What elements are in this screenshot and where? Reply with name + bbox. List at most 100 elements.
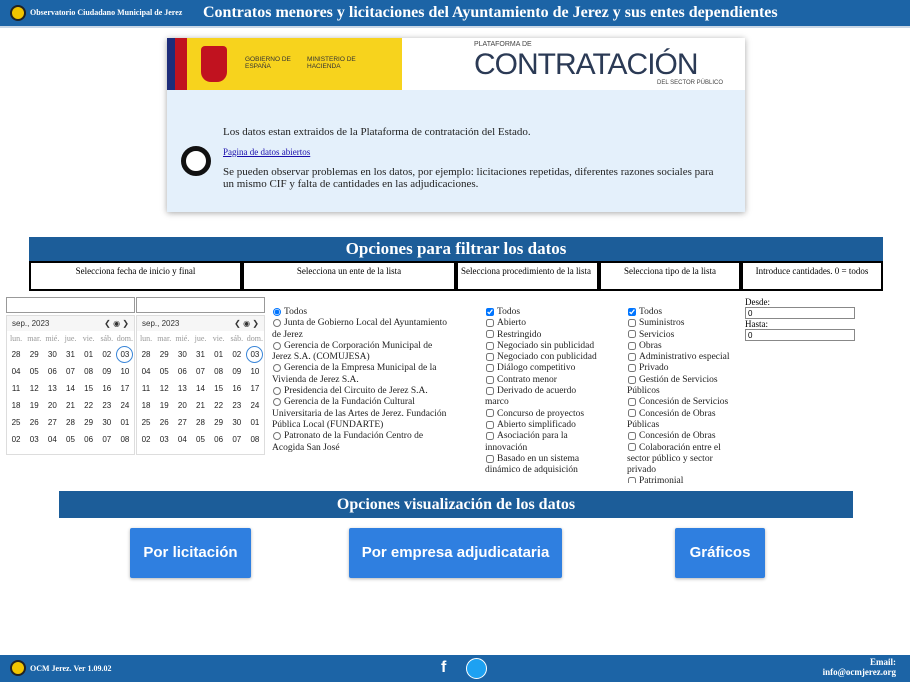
calendar-day[interactable]: 02	[228, 346, 246, 363]
calendar-day[interactable]: 28	[61, 414, 79, 431]
calendar-day[interactable]: 18	[7, 397, 25, 414]
por-empresa-button[interactable]: Por empresa adjudicataria	[349, 528, 562, 578]
calendar-day[interactable]: 19	[155, 397, 173, 414]
calendar-day[interactable]: 04	[43, 431, 61, 448]
calendar-day[interactable]: 29	[80, 414, 98, 431]
procedimientos-checkbox[interactable]	[486, 375, 494, 384]
entes-radio[interactable]	[273, 398, 281, 407]
procedimientos-option[interactable]: Contrato menor	[485, 375, 597, 386]
entes-option[interactable]: Gerencia de la Fundación Cultural Univer…	[272, 397, 452, 431]
entes-option[interactable]: Junta de Gobierno Local del Ayuntamiento…	[272, 318, 452, 341]
calendar-day[interactable]: 02	[137, 431, 155, 448]
prev-month-icon[interactable]: ❮	[234, 319, 241, 328]
calendar-day[interactable]: 10	[116, 363, 134, 380]
calendar-day[interactable]: 11	[137, 380, 155, 397]
calendar-day[interactable]: 03	[155, 431, 173, 448]
calendar-day[interactable]: 07	[98, 431, 116, 448]
calendar-day[interactable]: 03	[116, 346, 134, 363]
fecha-final-input[interactable]	[136, 297, 265, 313]
calendar-day[interactable]: 10	[246, 363, 264, 380]
procedimientos-option[interactable]: Basado en un sistema dinámico de adquisi…	[485, 454, 597, 477]
calendar-day[interactable]: 16	[228, 380, 246, 397]
calendar-day[interactable]: 03	[25, 431, 43, 448]
procedimientos-checkbox[interactable]	[486, 454, 494, 463]
calendar-day[interactable]: 15	[210, 380, 228, 397]
calendar-day[interactable]: 31	[61, 346, 79, 363]
calendar-day[interactable]: 27	[43, 414, 61, 431]
tipos-checkbox[interactable]	[628, 432, 636, 441]
calendar-day[interactable]: 01	[80, 346, 98, 363]
procedimientos-checkbox[interactable]	[486, 307, 494, 316]
calendar-day[interactable]: 29	[25, 346, 43, 363]
calendar-day[interactable]: 02	[7, 431, 25, 448]
procedimientos-checkbox[interactable]	[486, 420, 494, 429]
procedimientos-option[interactable]: Concurso de proyectos	[485, 409, 597, 420]
entes-radio[interactable]	[273, 432, 281, 441]
calendar-day[interactable]: 16	[98, 380, 116, 397]
tipos-checkbox[interactable]	[628, 307, 636, 316]
calendar-day[interactable]: 20	[43, 397, 61, 414]
tipos-option[interactable]: Obras	[627, 341, 739, 352]
tipos-checkbox[interactable]	[628, 353, 636, 361]
calendar-day[interactable]: 17	[116, 380, 134, 397]
fecha-inicio-input[interactable]	[6, 297, 135, 313]
desde-input[interactable]	[745, 307, 855, 319]
calendar-day[interactable]: 06	[80, 431, 98, 448]
calendar-day[interactable]: 19	[25, 397, 43, 414]
calendar-day[interactable]: 07	[61, 363, 79, 380]
entes-radio[interactable]	[273, 386, 281, 395]
calendar-day[interactable]: 26	[155, 414, 173, 431]
tipos-checkbox[interactable]	[628, 443, 636, 452]
tipos-option[interactable]: Concesión de Obras Públicas	[627, 409, 739, 432]
today-icon[interactable]: ◉	[113, 319, 120, 328]
calendar-day[interactable]: 13	[173, 380, 191, 397]
procedimientos-option[interactable]: Todos	[485, 307, 597, 318]
calendar-day[interactable]: 07	[191, 363, 209, 380]
calendar-day[interactable]: 02	[98, 346, 116, 363]
procedimientos-checkbox[interactable]	[486, 319, 494, 328]
tipos-option[interactable]: Colaboración entre el sector público y s…	[627, 443, 739, 477]
tipos-option[interactable]: Suministros	[627, 318, 739, 329]
calendar-day[interactable]: 11	[7, 380, 25, 397]
calendar-day[interactable]: 26	[25, 414, 43, 431]
procedimientos-option[interactable]: Asociación para la innovación	[485, 431, 597, 454]
procedimientos-option[interactable]: Diálogo competitivo	[485, 363, 597, 374]
calendar-day[interactable]: 18	[137, 397, 155, 414]
calendar-day[interactable]: 22	[80, 397, 98, 414]
calendar-day[interactable]: 06	[173, 363, 191, 380]
procedimientos-checkbox[interactable]	[486, 364, 494, 373]
entes-option[interactable]: Gerencia de la Empresa Municipal de la V…	[272, 363, 452, 386]
calendar-day[interactable]: 06	[43, 363, 61, 380]
calendar-day[interactable]: 12	[25, 380, 43, 397]
tipos-option[interactable]: Gestión de Servicios Públicos	[627, 375, 739, 398]
procedimientos-option[interactable]: Abierto	[485, 318, 597, 329]
calendar-day[interactable]: 25	[137, 414, 155, 431]
calendar-day[interactable]: 13	[43, 380, 61, 397]
tipos-checkbox[interactable]	[628, 330, 636, 339]
calendar-day[interactable]: 05	[191, 431, 209, 448]
tipos-option[interactable]: Concesión de Servicios	[627, 397, 739, 408]
entes-radio[interactable]	[273, 307, 281, 316]
procedimientos-checkbox[interactable]	[486, 432, 494, 441]
tipos-checkbox[interactable]	[628, 319, 636, 328]
calendar-day[interactable]: 20	[173, 397, 191, 414]
procedimientos-option[interactable]: Negociado con publicidad	[485, 352, 597, 363]
calendar-day[interactable]: 21	[61, 397, 79, 414]
calendar-day[interactable]: 28	[137, 346, 155, 363]
calendar-day[interactable]: 29	[210, 414, 228, 431]
calendar-final[interactable]: sep., 2023 ❮ ◉ ❯ lun. mar. mié. jue. vie. sáb. d…	[136, 315, 265, 455]
email-link[interactable]: info@ocmjerez.org	[823, 667, 896, 677]
calendar-day[interactable]: 08	[210, 363, 228, 380]
calendar-day[interactable]: 08	[80, 363, 98, 380]
entes-option[interactable]: Todos	[272, 307, 452, 318]
calendar-day[interactable]: 15	[80, 380, 98, 397]
tipos-checkbox[interactable]	[628, 398, 636, 407]
calendar-day[interactable]: 25	[7, 414, 25, 431]
entes-option[interactable]: Presidencia del Circuito de Jerez S.A.	[272, 386, 452, 397]
calendar-day[interactable]: 30	[98, 414, 116, 431]
calendar-day[interactable]: 17	[246, 380, 264, 397]
calendar-day[interactable]: 09	[98, 363, 116, 380]
calendar-day[interactable]: 04	[7, 363, 25, 380]
tipos-option[interactable]: Concesión de Obras	[627, 431, 739, 442]
calendar-day[interactable]: 30	[173, 346, 191, 363]
